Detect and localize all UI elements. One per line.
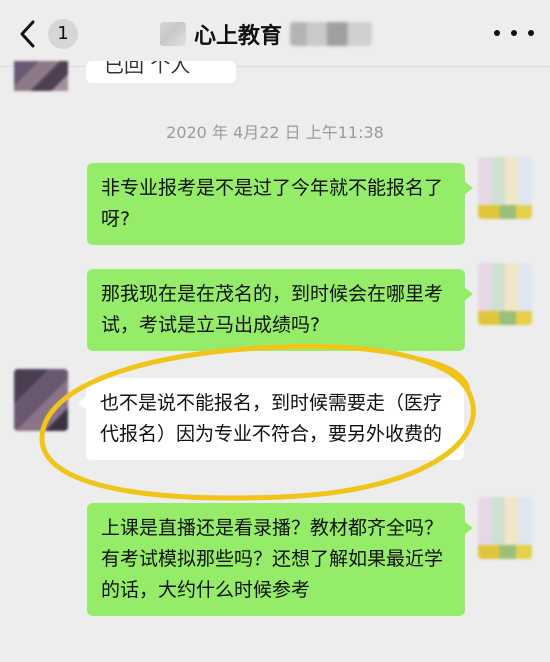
- previous-message-bubble[interactable]: 已回 个人: [86, 61, 236, 83]
- unread-count-badge[interactable]: 1: [48, 19, 78, 49]
- message-text: 上课是直播还是看录播？教材都齐全吗？有考试模拟那些吗？还想了解如果最近学的话，大…: [101, 517, 444, 601]
- more-dots-icon: [511, 30, 517, 36]
- back-button[interactable]: 1: [14, 16, 78, 52]
- more-options-button[interactable]: [494, 18, 534, 48]
- previous-message-text: 已回 个人: [104, 61, 191, 77]
- user-avatar[interactable]: [478, 157, 532, 219]
- outgoing-message-bubble[interactable]: 非专业报考是不是过了今年就不能报名了呀?: [87, 163, 473, 245]
- message-text: 非专业报考是不是过了今年就不能报名了呀?: [101, 177, 444, 230]
- outgoing-message-bubble[interactable]: 上课是直播还是看录播？教材都齐全吗？有考试模拟那些吗？还想了解如果最近学的话，大…: [87, 503, 473, 616]
- contact-avatar[interactable]: [14, 61, 68, 91]
- chevron-left-icon[interactable]: [14, 16, 42, 52]
- user-avatar[interactable]: [478, 497, 532, 559]
- title-avatar: [160, 22, 186, 46]
- outgoing-message-bubble[interactable]: 那我现在是在茂名的，到时候会在哪里考试，考试是立马出成绩吗?: [87, 269, 473, 351]
- user-avatar[interactable]: [478, 263, 532, 325]
- more-dots-icon: [494, 30, 500, 36]
- message-text: 那我现在是在茂名的，到时候会在哪里考试，考试是立马出成绩吗?: [101, 283, 444, 336]
- message-timestamp: 2020 年 4月22 日 上午11:38: [166, 123, 384, 142]
- more-dots-icon: [528, 30, 534, 36]
- chat-header: 1 心上教育: [0, 0, 550, 67]
- chat-title: 心上教育: [194, 24, 283, 49]
- incoming-message-bubble[interactable]: 也不是说不能报名，到时候需要走（医疗代报名）因为专业不符合，要另外收费的: [78, 378, 464, 460]
- blurred-title-suffix: [290, 22, 373, 46]
- message-text: 也不是说不能报名，到时候需要走（医疗代报名）因为专业不符合，要另外收费的: [100, 392, 443, 445]
- chat-title-group[interactable]: 心上教育: [160, 14, 373, 54]
- contact-avatar[interactable]: [14, 369, 68, 431]
- message-list[interactable]: 已回 个人 2020 年 4月22 日 上午11:38 非专业报考是不是过了今年…: [0, 61, 550, 662]
